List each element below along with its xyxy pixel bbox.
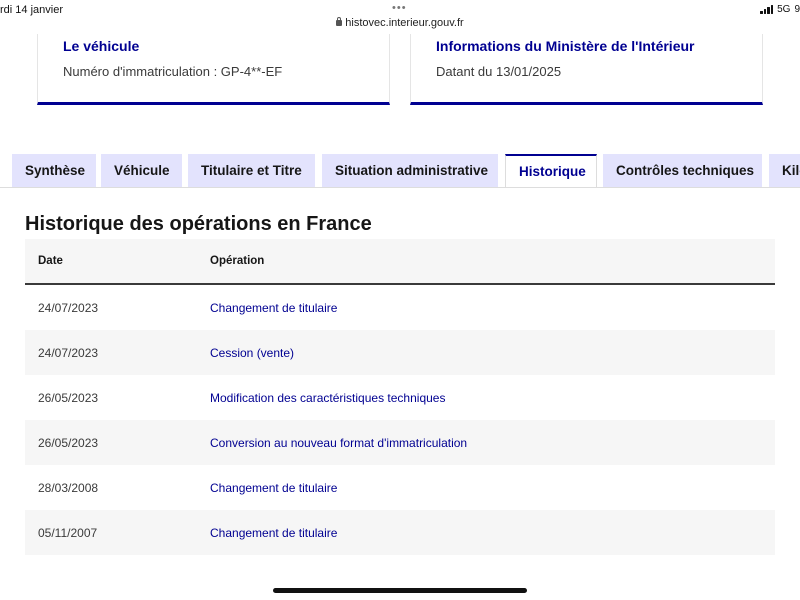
row-date: 05/11/2007 — [38, 526, 98, 540]
row-date: 24/07/2023 — [38, 301, 99, 315]
tab-kilometrage[interactable]: Kilométrage — [769, 154, 800, 188]
lock-icon — [336, 17, 343, 26]
tab-historique[interactable]: Historique — [505, 154, 597, 188]
registration-number: Numéro d'immatriculation : GP-4**-EF — [63, 64, 283, 79]
history-table: Date Opération 24/07/2023 Changement de … — [25, 239, 775, 555]
row-operation: Conversion au nouveau format d'immatricu… — [210, 436, 468, 450]
tab-controles-techniques[interactable]: Contrôles techniques — [603, 154, 762, 188]
ministry-info-card: Informations du Ministère de l'Intérieur… — [410, 34, 763, 105]
status-right: 5G 9 — [760, 4, 800, 15]
table-row: 05/11/2007 Changement de titulaire — [25, 510, 775, 555]
row-date: 26/05/2023 — [38, 391, 99, 405]
tab-bar: Synthèse Véhicule Titulaire et Titre Sit… — [0, 154, 800, 188]
tab-titulaire-titre[interactable]: Titulaire et Titre — [188, 154, 315, 188]
row-date: 26/05/2023 — [38, 436, 99, 450]
vehicle-card-title: Le véhicule — [63, 38, 140, 54]
table-row: 26/05/2023 Conversion au nouveau format … — [25, 420, 775, 465]
row-operation: Changement de titulaire — [210, 526, 338, 540]
column-header-operation: Opération — [210, 255, 265, 267]
table-row: 26/05/2023 Modification des caractéristi… — [25, 375, 775, 420]
column-header-date: Date — [38, 255, 63, 267]
row-operation: Changement de titulaire — [210, 301, 338, 315]
data-date: Datant du 13/01/2025 — [436, 64, 562, 79]
network-label: 5G — [777, 4, 791, 15]
row-operation: Changement de titulaire — [210, 481, 338, 495]
url-text: histovec.interieur.gouv.fr — [345, 17, 464, 29]
row-operation: Cession (vente) — [210, 346, 295, 360]
status-bar: rdi 14 janvier ••• histovec.interieur.go… — [0, 0, 800, 34]
vehicle-card: Le véhicule Numéro d'immatriculation : G… — [37, 34, 390, 105]
table-header: Date Opération — [25, 239, 775, 285]
ministry-card-title: Informations du Ministère de l'Intérieur — [436, 38, 695, 54]
home-indicator[interactable] — [273, 588, 527, 593]
signal-icon — [760, 5, 774, 14]
page-title: Historique des opérations en France — [25, 213, 372, 235]
tab-synthese[interactable]: Synthèse — [12, 154, 96, 188]
row-date: 24/07/2023 — [38, 346, 99, 360]
tabs-divider — [0, 187, 800, 188]
more-dots-icon[interactable]: ••• — [392, 2, 407, 14]
tab-situation-administrative[interactable]: Situation administrative — [322, 154, 498, 188]
url-bar[interactable]: histovec.interieur.gouv.fr — [0, 17, 800, 29]
table-row: 28/03/2008 Changement de titulaire — [25, 465, 775, 510]
row-operation: Modification des caractéristiques techni… — [210, 391, 446, 405]
status-date: rdi 14 janvier — [0, 4, 63, 16]
tab-vehicule[interactable]: Véhicule — [101, 154, 182, 188]
battery-label: 9 — [794, 4, 800, 15]
table-row: 24/07/2023 Changement de titulaire — [25, 285, 775, 330]
row-date: 28/03/2008 — [38, 481, 99, 495]
table-row: 24/07/2023 Cession (vente) — [25, 330, 775, 375]
